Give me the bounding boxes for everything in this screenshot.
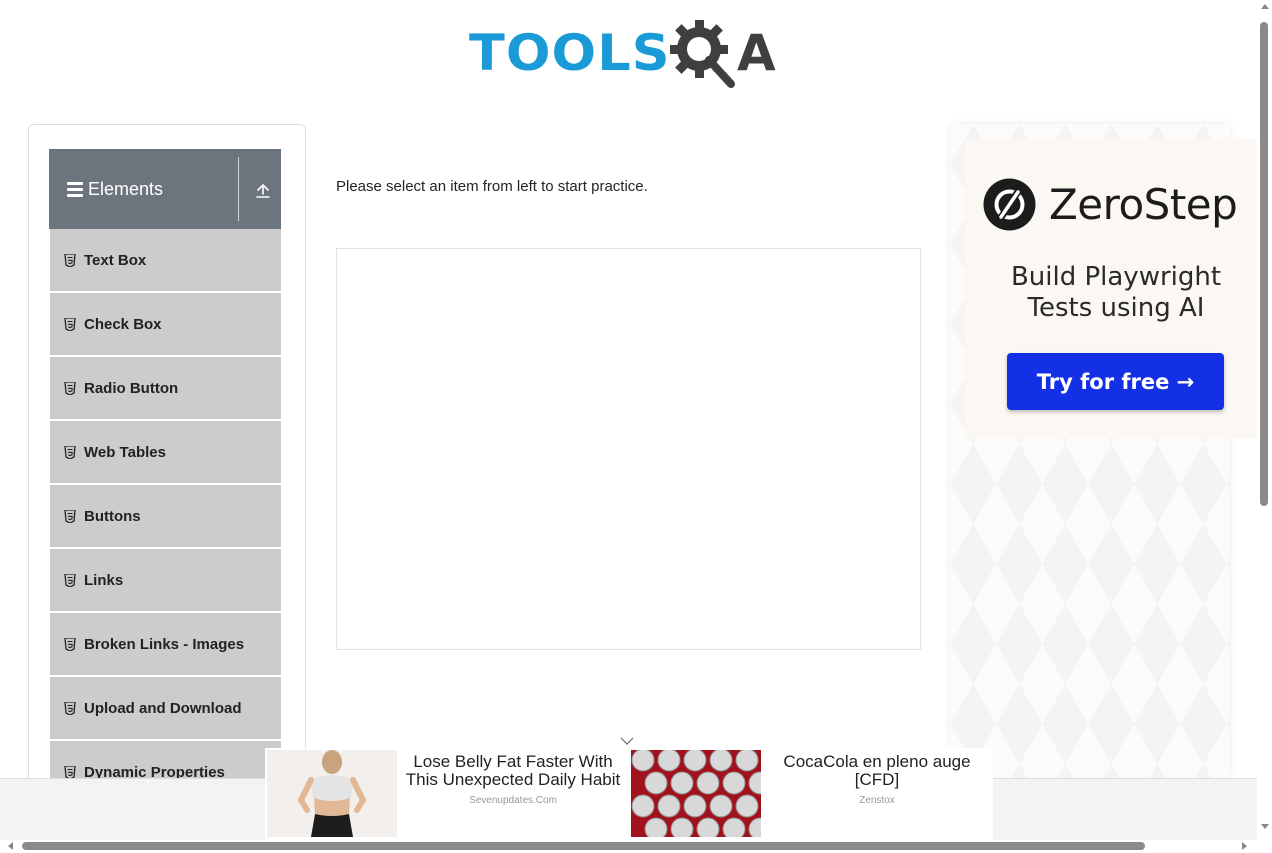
bottom-ad-container: Lose Belly Fat Faster With This Unexpect… [265,737,993,840]
sidebar-item-label: Text Box [84,251,147,269]
upload-arrow-icon [256,184,270,198]
sidebar-item-label: Links [84,571,124,589]
sidebar-group-header-elements[interactable]: Elements [49,149,281,229]
html5-icon [64,765,76,779]
fitness-woman-thumbnail [267,750,397,837]
sidebar-item-links[interactable]: Links [49,549,281,613]
ad-source: Zenstox [859,795,895,806]
practice-area [336,248,921,650]
scrollbar-corner [1257,840,1272,853]
sidebar-item-radio-button[interactable]: Radio Button [49,357,281,421]
html5-icon [64,509,76,523]
try-for-free-button[interactable]: Try for free → [1007,353,1224,410]
scroll-down-arrow-icon[interactable] [1261,824,1269,829]
sidebar-item-buttons[interactable]: Buttons [49,485,281,549]
horizontal-scroll-thumb[interactable] [22,842,1145,850]
vertical-scrollbar[interactable] [1257,0,1272,840]
horizontal-scrollbar[interactable] [0,840,1257,853]
sidebar-item-label: Web Tables [84,443,166,461]
sidebar-item-label: Buttons [84,507,141,525]
ad-source: Sevenupdates.Com [469,795,557,806]
sidebar-item-label: Broken Links - Images [84,635,245,653]
header-divider [238,157,239,221]
sidebar-item-upload-and-download[interactable]: Upload and Download [49,677,281,741]
ad-brand-name: ZeroStep [1049,180,1238,229]
bottom-ad-unit[interactable]: Lose Belly Fat Faster With This Unexpect… [267,750,629,838]
gear-magnifier-icon [670,20,735,88]
html5-icon [64,701,76,715]
sidebar-menu-list: Text Box Check Box Radio Button Web Tabl… [49,229,281,805]
ad-tagline-line2: Tests using AI [1027,293,1205,323]
sidebar-item-web-tables[interactable]: Web Tables [49,421,281,485]
ad-tagline: Build Playwright Tests using AI [975,262,1257,324]
logo-a-text: A [737,24,776,82]
chevron-down-icon[interactable] [620,734,634,748]
html5-icon [64,445,76,459]
ad-text: CocaCola en pleno auge [CFD] Zenstox [761,750,993,838]
sidebar-item-label: Radio Button [84,379,179,397]
html5-icon [64,637,76,651]
collapse-group-button[interactable] [249,177,277,205]
soda-cans-thumbnail [631,750,761,837]
vertical-scroll-thumb[interactable] [1260,22,1268,506]
html5-icon [64,573,76,587]
sidebar-item-label: Check Box [84,315,162,333]
html5-icon [64,317,76,331]
sidebar-item-check-box[interactable]: Check Box [49,293,281,357]
hamburger-icon [67,181,83,197]
sidebar-group-title: Elements [88,178,164,199]
ad-tagline-line1: Build Playwright [1010,262,1222,292]
intro-text: Please select an item from left to start… [336,178,648,195]
scroll-up-arrow-icon[interactable] [1261,4,1269,9]
logo-tools-text: TOOLS [469,24,671,82]
sidebar-item-text-box[interactable]: Text Box [49,229,281,293]
sidebar-item-broken-links-images[interactable]: Broken Links - Images [49,613,281,677]
ad-headline: Lose Belly Fat Faster With This Unexpect… [405,752,621,789]
html5-icon [64,253,76,267]
scroll-left-arrow-icon[interactable] [8,842,13,850]
sidebar-item-label: Upload and Download [84,699,242,717]
ad-text: Lose Belly Fat Faster With This Unexpect… [397,750,629,838]
zerostep-logo-icon [983,178,1036,231]
bottom-ad-unit[interactable]: CocaCola en pleno auge [CFD] Zenstox [631,750,993,838]
ad-brand: ZeroStep [983,178,1238,231]
scroll-right-arrow-icon[interactable] [1242,842,1247,850]
ad-headline: CocaCola en pleno auge [CFD] [783,752,971,789]
toolsqa-logo[interactable]: TOOLS A [469,14,793,92]
html5-icon [64,381,76,395]
